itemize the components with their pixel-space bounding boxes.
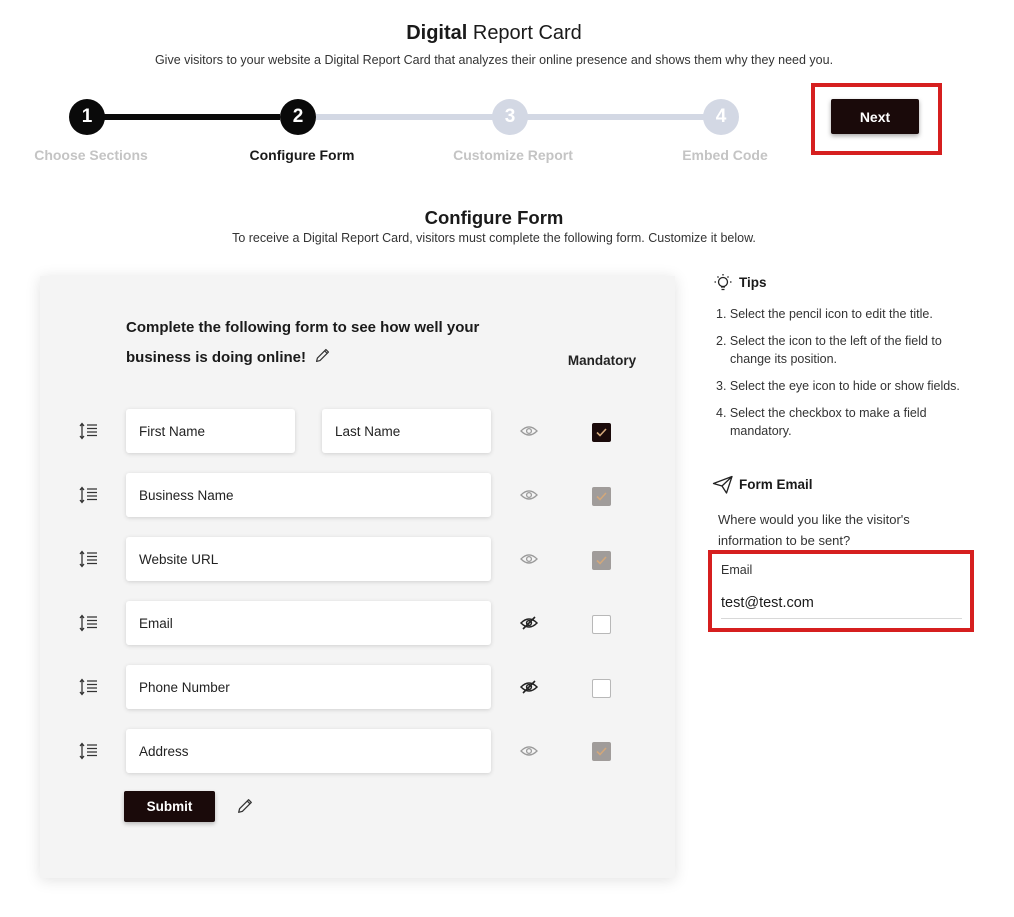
step-1-circle[interactable]: 1 [69, 99, 105, 135]
form-email-title: Form Email [739, 477, 813, 492]
website-url-field[interactable]: Website URL [126, 537, 491, 581]
tips-list: 1. Select the pencil icon to edit the ti… [716, 305, 978, 449]
form-email-question: Where would you like the visitor's infor… [718, 512, 910, 548]
phone-number-field[interactable]: Phone Number [126, 665, 491, 709]
business-name-field[interactable]: Business Name [126, 473, 491, 517]
step-4-label[interactable]: Embed Code [645, 147, 805, 163]
form-email-input[interactable] [721, 587, 962, 619]
eye-icon[interactable] [519, 552, 539, 566]
tip-item: 2. Select the icon to the left of the fi… [716, 334, 942, 366]
email-input-label: Email [721, 563, 753, 577]
email-form-field[interactable]: Email [126, 601, 491, 645]
step-3-circle[interactable]: 3 [492, 99, 528, 135]
last-name-field[interactable]: Last Name [322, 409, 491, 453]
eye-icon[interactable] [519, 744, 539, 758]
title-rest: Report Card [467, 22, 582, 44]
pencil-icon[interactable] [314, 345, 331, 375]
mandatory-checkbox[interactable] [592, 423, 611, 442]
first-name-field[interactable]: First Name [126, 409, 295, 453]
drag-handle-icon[interactable] [79, 614, 99, 632]
mandatory-checkbox[interactable] [592, 615, 611, 634]
form-heading-line1: Complete the following form to see how w… [126, 319, 480, 336]
eye-icon[interactable] [519, 424, 539, 438]
section-title: Configure Form [424, 207, 564, 228]
address-field[interactable]: Address [126, 729, 491, 773]
drag-handle-icon[interactable] [79, 486, 99, 504]
tips-title: Tips [739, 275, 767, 290]
mandatory-checkbox[interactable] [592, 487, 611, 506]
drag-handle-icon[interactable] [79, 422, 99, 440]
step-4-circle[interactable]: 4 [703, 99, 739, 135]
mandatory-column-header: Mandatory [567, 353, 637, 368]
drag-handle-icon[interactable] [79, 742, 99, 760]
step-connector-done [104, 114, 280, 120]
pencil-icon[interactable] [236, 797, 254, 815]
drag-handle-icon[interactable] [79, 678, 99, 696]
lightbulb-icon [713, 273, 733, 293]
form-heading-line2: business is doing online! [126, 349, 307, 366]
submit-button[interactable]: Submit [124, 791, 215, 822]
paper-plane-icon [712, 475, 734, 495]
section-subtitle: To receive a Digital Report Card, visito… [232, 231, 756, 245]
eye-slash-icon[interactable] [519, 680, 539, 694]
tip-item: 4. Select the checkbox to make a field m… [716, 406, 927, 438]
eye-icon[interactable] [519, 488, 539, 502]
drag-handle-icon[interactable] [79, 550, 99, 568]
step-2-label[interactable]: Configure Form [222, 147, 382, 163]
mandatory-checkbox[interactable] [592, 742, 611, 761]
mandatory-checkbox[interactable] [592, 551, 611, 570]
tip-item: 3. Select the eye icon to hide or show f… [716, 379, 960, 393]
mandatory-checkbox[interactable] [592, 679, 611, 698]
tip-item: 1. Select the pencil icon to edit the ti… [716, 307, 933, 321]
step-2-circle[interactable]: 2 [280, 99, 316, 135]
next-button[interactable]: Next [831, 99, 919, 134]
title-bold: Digital [406, 22, 468, 44]
form-heading: Complete the following form to see how w… [126, 313, 506, 375]
eye-slash-icon[interactable] [519, 616, 539, 630]
step-3-label[interactable]: Customize Report [433, 147, 593, 163]
page-title: Digital Report Card [0, 22, 988, 45]
step-1-label[interactable]: Choose Sections [11, 147, 171, 163]
page-subtitle: Give visitors to your website a Digital … [154, 53, 834, 67]
